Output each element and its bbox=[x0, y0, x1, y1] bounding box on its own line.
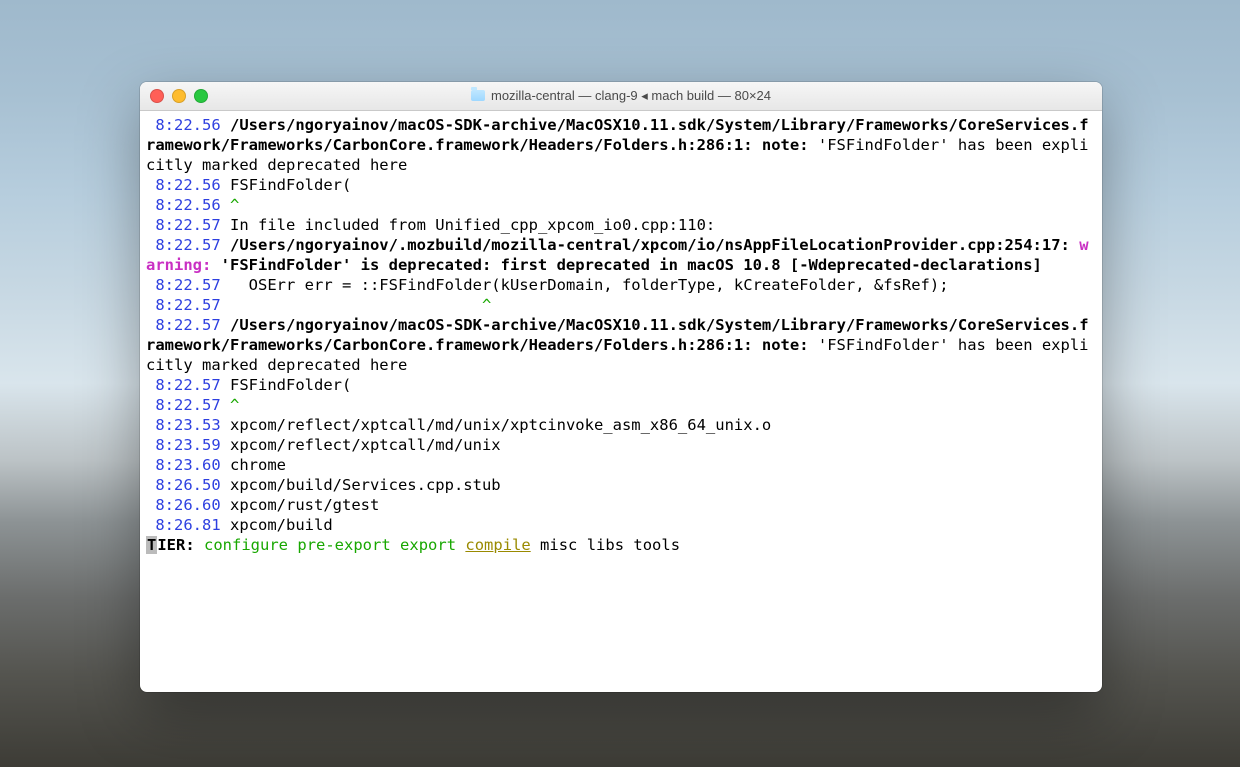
window-title: mozilla-central — clang-9 ◂ mach build —… bbox=[140, 88, 1102, 104]
window-title-text: mozilla-central — clang-9 ◂ mach build —… bbox=[491, 88, 771, 104]
tier-stage-misc: misc bbox=[540, 536, 577, 554]
terminal-window: mozilla-central — clang-9 ◂ mach build —… bbox=[140, 82, 1102, 692]
terminal-output[interactable]: 8:22.56 /Users/ngoryainov/macOS-SDK-arch… bbox=[140, 111, 1102, 557]
close-icon[interactable] bbox=[150, 89, 164, 103]
tier-stage-configure: configure bbox=[204, 536, 288, 554]
folder-icon bbox=[471, 90, 485, 101]
window-controls bbox=[150, 89, 208, 103]
titlebar[interactable]: mozilla-central — clang-9 ◂ mach build —… bbox=[140, 82, 1102, 111]
tier-stage-export: export bbox=[400, 536, 456, 554]
minimize-icon[interactable] bbox=[172, 89, 186, 103]
tier-stage-tools: tools bbox=[633, 536, 680, 554]
tier-stage-pre-export: pre-export bbox=[297, 536, 390, 554]
tier-label: T bbox=[146, 536, 157, 554]
tier-stage-libs: libs bbox=[587, 536, 624, 554]
zoom-icon[interactable] bbox=[194, 89, 208, 103]
tier-stage-compile: compile bbox=[465, 536, 530, 554]
